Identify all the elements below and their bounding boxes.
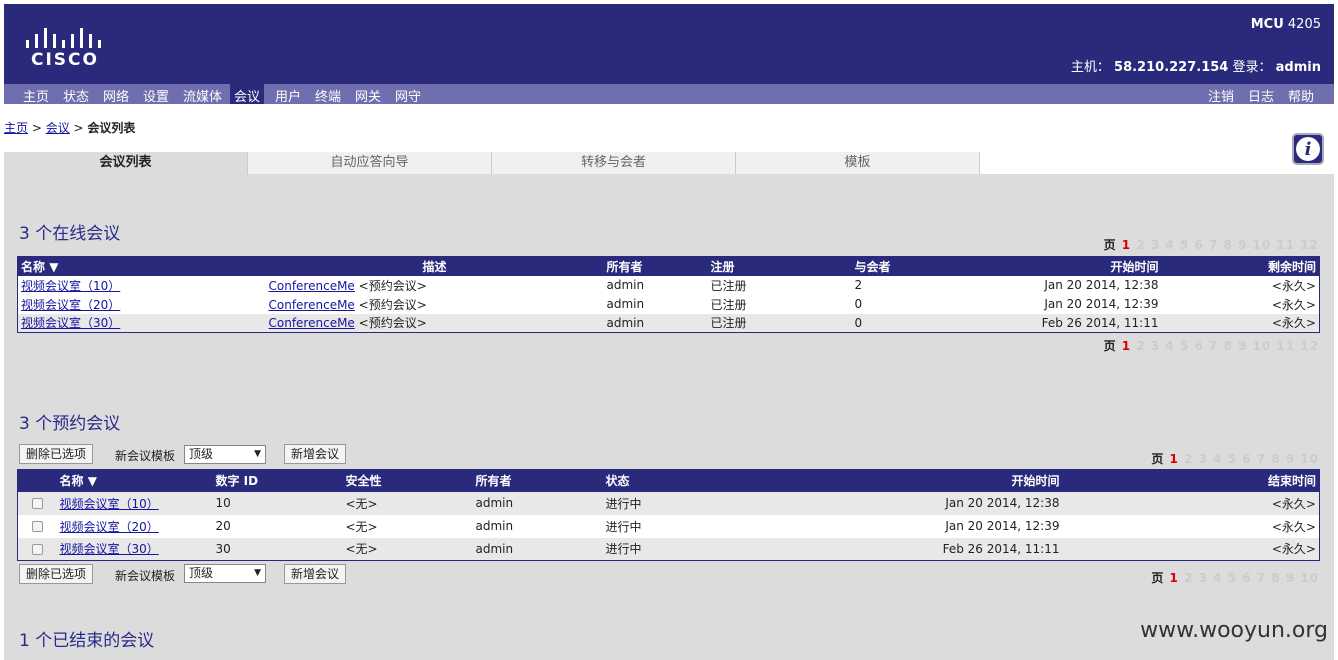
col-select bbox=[17, 469, 57, 492]
info-icon: i bbox=[1296, 137, 1320, 161]
nav-home[interactable]: 主页 bbox=[23, 86, 49, 105]
col-name[interactable]: 名称 ▼ bbox=[56, 469, 213, 492]
tab-auto-attendant[interactable]: 自动应答向导 bbox=[248, 152, 492, 174]
add-conference-button[interactable]: 新增会议 bbox=[284, 444, 347, 464]
row-checkbox[interactable] bbox=[31, 543, 43, 555]
table-row: 视频会议室（10） ConferenceMe <预约会议> admin 已注册 2 … bbox=[17, 275, 1320, 295]
nav-logout[interactable]: 注销 bbox=[1208, 86, 1234, 105]
conference-link[interactable]: 视频会议室（10） bbox=[60, 497, 159, 511]
info-button[interactable]: i bbox=[1292, 133, 1324, 165]
breadcrumb-conferences[interactable]: 会议 bbox=[46, 121, 70, 135]
host-info: 主机： 58.210.227.154 登录： admin bbox=[1070, 60, 1321, 75]
tab-conference-list[interactable]: 会议列表 bbox=[4, 152, 248, 174]
pager-scheduled-bottom: 页 1 2 3 4 5 6 7 8 9 10 bbox=[1151, 571, 1319, 585]
main-nav: 主页 状态 网络 设置 流媒体 会议 用户 终端 网关 网守 注销 日志 帮助 bbox=[4, 84, 1334, 105]
online-conferences-title: 3 个在线会议 bbox=[19, 224, 121, 244]
pager-online-bottom: 页 1 2 3 4 5 6 7 8 9 10 11 12 bbox=[1103, 339, 1319, 353]
col-numeric-id[interactable]: 数字 ID bbox=[212, 469, 343, 492]
conference-link[interactable]: 视频会议室（20） bbox=[21, 298, 120, 312]
col-description[interactable]: 描述 bbox=[265, 256, 604, 276]
scheduled-conferences-title: 3 个预约会议 bbox=[19, 414, 121, 434]
description-link[interactable]: ConferenceMe bbox=[269, 298, 355, 312]
col-owner[interactable]: 所有者 bbox=[603, 256, 708, 276]
breadcrumb-home[interactable]: 主页 bbox=[4, 121, 28, 135]
scheduled-conferences-table: 名称 ▼ 数字 ID 安全性 所有者 状态 开始时间 结束时间 视频会议室（10… bbox=[17, 469, 1320, 561]
col-start-time[interactable]: 开始时间 bbox=[902, 469, 1063, 492]
header-bar: CISCO MCU 4205 主机： 58.210.227.154 登录： ad… bbox=[4, 4, 1334, 84]
tab-templates[interactable]: 模板 bbox=[736, 152, 980, 174]
tab-transfer-participants[interactable]: 转移与会者 bbox=[492, 152, 736, 174]
nav-logs[interactable]: 日志 bbox=[1248, 86, 1274, 105]
delete-selected-button[interactable]: 删除已选项 bbox=[19, 444, 94, 464]
col-name[interactable]: 名称 ▼ bbox=[17, 256, 266, 276]
add-conference-button-bottom[interactable]: 新增会议 bbox=[284, 564, 347, 584]
watermark: www.wooyun.org bbox=[1140, 618, 1328, 643]
col-status[interactable]: 状态 bbox=[602, 469, 903, 492]
template-label: 新会议模板 bbox=[115, 449, 176, 463]
col-participants[interactable]: 与会者 bbox=[851, 256, 1002, 276]
nav-settings[interactable]: 设置 bbox=[143, 86, 169, 105]
description-link[interactable]: ConferenceMe bbox=[269, 279, 355, 293]
conference-link[interactable]: 视频会议室（10） bbox=[21, 279, 120, 293]
online-conferences-table: 名称 ▼ 描述 所有者 注册 与会者 开始时间 剩余时间 视频会议室（10） C… bbox=[17, 256, 1320, 333]
nav-streaming[interactable]: 流媒体 bbox=[183, 86, 222, 105]
col-end-time[interactable]: 结束时间 bbox=[1062, 469, 1320, 492]
nav-conferences[interactable]: 会议 bbox=[230, 84, 265, 105]
template-label-bottom: 新会议模板 bbox=[115, 569, 176, 583]
table-row: 视频会议室（30） ConferenceMe <预约会议> admin 已注册 0 … bbox=[17, 313, 1320, 333]
breadcrumb: 主页 > 会议 > 会议列表 bbox=[4, 121, 136, 135]
sort-desc-icon: ▼ bbox=[87, 474, 97, 489]
login-user: admin bbox=[1275, 60, 1321, 75]
tab-bar: 会议列表 自动应答向导 转移与会者 模板 bbox=[4, 152, 980, 174]
product-name: MCU 4205 bbox=[1250, 17, 1321, 32]
delete-selected-button-bottom[interactable]: 删除已选项 bbox=[19, 564, 94, 584]
row-checkbox[interactable] bbox=[31, 498, 43, 509]
pager-online-top: 页 1 2 3 4 5 6 7 8 9 10 11 12 bbox=[1103, 238, 1319, 252]
nav-help[interactable]: 帮助 bbox=[1288, 86, 1314, 105]
table-row: 视频会议室（10） 10 <无> admin 进行中 Jan 20 2014, 12:… bbox=[17, 491, 1320, 515]
col-owner[interactable]: 所有者 bbox=[472, 469, 603, 492]
template-select-bottom[interactable]: 顶级 bbox=[184, 564, 266, 583]
col-registration[interactable]: 注册 bbox=[707, 256, 852, 276]
nav-gateways[interactable]: 网关 bbox=[355, 86, 381, 105]
nav-status[interactable]: 状态 bbox=[63, 86, 89, 105]
host-ip: 58.210.227.154 bbox=[1114, 60, 1229, 75]
ended-conferences-title: 1 个已结束的会议 bbox=[19, 631, 155, 651]
nav-gatekeeper[interactable]: 网守 bbox=[395, 86, 421, 105]
row-checkbox[interactable] bbox=[31, 521, 43, 532]
nav-users[interactable]: 用户 bbox=[275, 86, 301, 105]
col-remaining[interactable]: 剩余时间 bbox=[1161, 256, 1320, 276]
conference-link[interactable]: 视频会议室（30） bbox=[60, 542, 159, 556]
table-row: 视频会议室（20） ConferenceMe <预约会议> admin 已注册 0 … bbox=[17, 294, 1320, 314]
breadcrumb-current: 会议列表 bbox=[87, 121, 136, 135]
logo-wordmark: CISCO bbox=[31, 50, 99, 70]
description-link[interactable]: ConferenceMe bbox=[269, 316, 355, 330]
table-row: 视频会议室（30） 30 <无> admin 进行中 Feb 26 2014, 11:… bbox=[17, 537, 1320, 561]
pager-scheduled-top: 页 1 2 3 4 5 6 7 8 9 10 bbox=[1151, 452, 1319, 466]
table-row: 视频会议室（20） 20 <无> admin 进行中 Jan 20 2014, 12:… bbox=[17, 514, 1320, 538]
nav-endpoints[interactable]: 终端 bbox=[315, 86, 341, 105]
col-security[interactable]: 安全性 bbox=[342, 469, 473, 492]
col-start-time[interactable]: 开始时间 bbox=[1001, 256, 1162, 276]
nav-network[interactable]: 网络 bbox=[103, 86, 129, 105]
conference-link[interactable]: 视频会议室（20） bbox=[60, 520, 159, 534]
conference-link[interactable]: 视频会议室（30） bbox=[21, 316, 120, 330]
template-select[interactable]: 顶级 bbox=[184, 445, 266, 464]
sort-desc-icon: ▼ bbox=[49, 259, 59, 274]
